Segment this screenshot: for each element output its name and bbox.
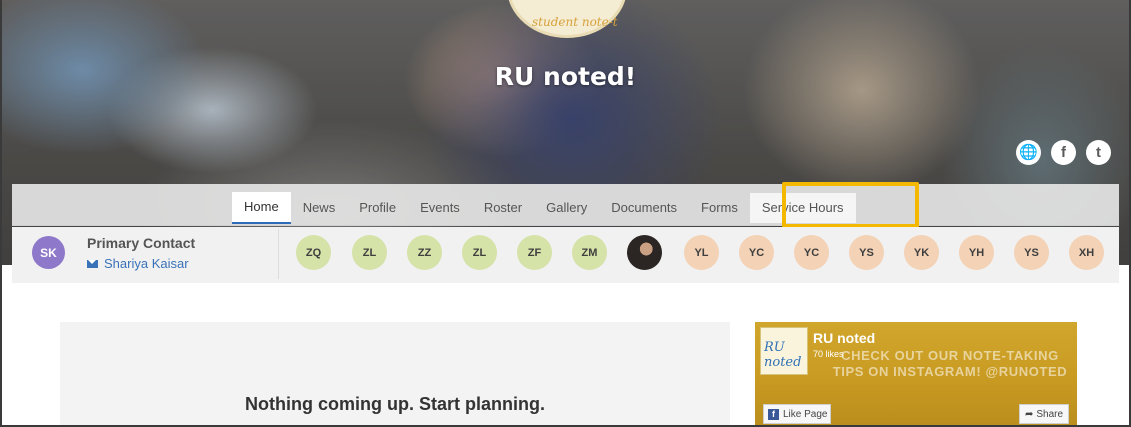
logo-text: student note-t xyxy=(532,15,618,29)
members-row: SK Primary Contact Shariya Kaisar ZQ ZL … xyxy=(12,227,1119,283)
mail-icon xyxy=(87,259,98,268)
facebook-page-widget[interactable]: RU noted RU noted 70 likes CHECK OUT OUR… xyxy=(755,322,1077,425)
nav-bar: Home News Profile Events Roster Gallery … xyxy=(12,184,1119,226)
facebook-logo-text: RU noted xyxy=(764,340,802,370)
avatar[interactable]: SK xyxy=(32,236,65,269)
organization-title: RU noted! xyxy=(494,62,637,91)
member-avatar[interactable]: YC xyxy=(739,235,774,270)
like-page-button[interactable]: f Like Page xyxy=(763,404,831,424)
tab-documents[interactable]: Documents xyxy=(599,193,689,223)
member-avatar[interactable]: ZL xyxy=(352,235,387,270)
member-avatar[interactable]: XH xyxy=(1069,235,1104,270)
facebook-page-logo[interactable]: RU noted xyxy=(760,327,808,375)
member-avatar[interactable]: ZF xyxy=(517,235,552,270)
empty-events-message: Nothing coming up. Start planning. xyxy=(245,394,545,414)
member-avatar[interactable]: YS xyxy=(1014,235,1049,270)
member-avatar[interactable]: ZZ xyxy=(407,235,442,270)
facebook-cover-text: CHECK OUT OUR NOTE-TAKING TIPS ON INSTAG… xyxy=(832,348,1068,379)
tab-home[interactable]: Home xyxy=(232,192,291,224)
primary-contact-name: Shariya Kaisar xyxy=(104,256,189,271)
like-page-label: Like Page xyxy=(783,408,828,420)
page-frame: student note-t RU noted! 🌐 f t Home News… xyxy=(0,0,1131,427)
tab-news[interactable]: News xyxy=(291,193,348,223)
facebook-icon[interactable]: f xyxy=(1051,140,1076,165)
social-links: 🌐 f t xyxy=(1016,140,1111,165)
facebook-icon: f xyxy=(768,408,779,420)
member-avatar[interactable]: YH xyxy=(959,235,994,270)
globe-icon[interactable]: 🌐 xyxy=(1016,140,1041,165)
primary-contact-link[interactable]: Shariya Kaisar xyxy=(87,256,189,271)
share-icon: ➦ xyxy=(1024,408,1034,420)
tab-forms[interactable]: Forms xyxy=(689,193,750,223)
member-avatar[interactable]: YL xyxy=(684,235,719,270)
member-avatar[interactable]: YC xyxy=(794,235,829,270)
member-avatar[interactable]: YS xyxy=(849,235,884,270)
facebook-page-name[interactable]: RU noted xyxy=(813,330,875,346)
nav-tabs: Home News Profile Events Roster Gallery … xyxy=(232,190,856,226)
share-label: Share xyxy=(1036,408,1064,420)
service-hours-highlight xyxy=(782,182,919,228)
tab-roster[interactable]: Roster xyxy=(472,193,534,223)
share-button[interactable]: ➦ Share xyxy=(1019,404,1069,424)
member-avatar[interactable]: YK xyxy=(904,235,939,270)
upcoming-events-panel: Nothing coming up. Start planning. xyxy=(60,322,730,425)
tab-gallery[interactable]: Gallery xyxy=(534,193,599,223)
primary-contact-label: Primary Contact xyxy=(87,235,196,251)
tab-events[interactable]: Events xyxy=(408,193,472,223)
member-avatar[interactable]: ZM xyxy=(572,235,607,270)
member-avatar[interactable]: ZQ xyxy=(296,235,331,270)
divider xyxy=(278,229,279,279)
member-photo-avatar[interactable] xyxy=(627,235,662,270)
member-avatar[interactable]: ZL xyxy=(462,235,497,270)
tab-profile[interactable]: Profile xyxy=(347,193,408,223)
twitter-icon[interactable]: t xyxy=(1086,140,1111,165)
